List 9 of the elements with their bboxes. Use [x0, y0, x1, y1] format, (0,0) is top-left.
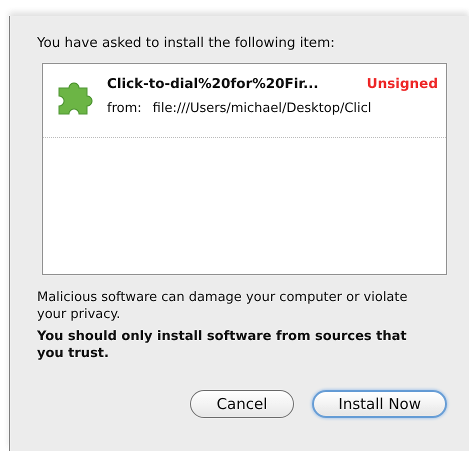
- warning-text: Malicious software can damage your computer or violate your privacy.: [37, 289, 408, 323]
- intro-text: You have asked to install the following item:: [37, 35, 336, 51]
- from-label: from:: [107, 101, 142, 116]
- install-button[interactable]: Install Now: [312, 390, 447, 418]
- item-name: Click-to-dial%20for%20Fir...: [107, 76, 319, 92]
- signature-status: Unsigned: [366, 76, 438, 92]
- cancel-button[interactable]: Cancel: [190, 390, 294, 418]
- advice-text: You should only install software from sources that you trust.: [37, 328, 408, 362]
- source-url: file:///Users/michael/Desktop/Clicl: [152, 101, 372, 116]
